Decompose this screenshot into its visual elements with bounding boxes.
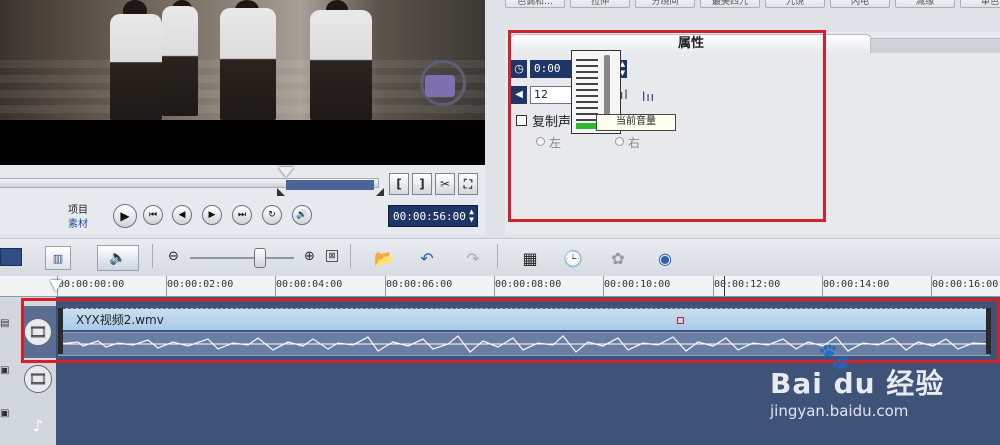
ruler-tick: 00:00:02:00 <box>167 279 234 290</box>
smartproxy-icon[interactable]: ▦ <box>518 246 542 270</box>
split-clip-button[interactable]: ✂ <box>435 173 455 195</box>
toolbar-divider <box>350 244 351 268</box>
trim-end-icon[interactable] <box>376 188 384 196</box>
effect-button-1[interactable]: 色调和… <box>505 0 565 8</box>
ruler-tick: 00:00:00:00 <box>58 279 125 290</box>
fit-project-icon[interactable]: ⊠ <box>326 250 338 262</box>
ruler-tick: 00:00:06:00 <box>386 279 453 290</box>
zoom-slider-handle[interactable] <box>254 248 266 268</box>
go-start-button[interactable]: ⏮ <box>143 205 163 225</box>
toolbar-divider <box>152 244 153 268</box>
storyboard-view-icon[interactable] <box>0 248 22 266</box>
effect-button-7[interactable]: 减缘 <box>895 0 955 8</box>
audio-mixer-icon[interactable]: ✿ <box>606 246 630 270</box>
effect-button-3[interactable]: 分绕间 <box>635 0 695 8</box>
step-forward-icon: ▶ <box>208 210 216 220</box>
mode-project-label[interactable]: 项目 <box>68 201 88 216</box>
ruler-tick: 00:00:08:00 <box>495 279 562 290</box>
undo-icon[interactable]: ↶ <box>415 246 439 270</box>
track-toggle-icon[interactable]: ▣ <box>0 365 14 379</box>
secondary-tab[interactable] <box>870 38 1000 53</box>
mode-clip-label[interactable]: 素材 <box>68 215 88 230</box>
repeat-icon: ↻ <box>268 210 276 220</box>
preview-frame <box>0 0 485 120</box>
effect-button-4[interactable]: 最美四九 <box>700 0 760 8</box>
effect-button-6[interactable]: 闪电 <box>830 0 890 8</box>
surround-5-1-icon[interactable]: ◉ <box>653 246 677 270</box>
skip-end-icon: ⏭ <box>237 210 247 220</box>
track-lock-icon[interactable]: ▤ <box>0 318 14 332</box>
prev-frame-button[interactable]: ◀ <box>172 205 192 225</box>
effect-button-8[interactable]: 单色 <box>960 0 1000 8</box>
fullscreen-button[interactable]: ⛶ <box>458 173 478 195</box>
video-preview[interactable] <box>0 0 485 165</box>
timeline-playhead-icon[interactable] <box>50 280 62 292</box>
play-icon: ▶ <box>120 209 130 223</box>
timecode-display[interactable]: 00:00:56:00 ▲ ▼ <box>388 205 478 227</box>
watermark-url: jingyan.baidu.com <box>770 402 909 420</box>
watermark-brand: Bai du 经验 <box>770 367 945 400</box>
watermark: 🐾 Bai du 经验 jingyan.baidu.com <box>770 342 1000 445</box>
expand-icon: ⛶ <box>463 176 473 191</box>
zoom-out-icon[interactable]: ⊖ <box>168 249 179 264</box>
timeline-toolbar <box>0 238 1000 278</box>
audio-track-icon[interactable]: ♪ <box>24 412 52 440</box>
highlight-box-properties <box>508 30 826 222</box>
go-end-button[interactable]: ⏭ <box>232 205 252 225</box>
trim-start-icon[interactable] <box>277 188 285 196</box>
effect-button-2[interactable]: 拉伸 <box>570 0 630 8</box>
zoom-in-icon[interactable]: ⊕ <box>304 249 315 264</box>
effect-button-5[interactable]: 九饶 <box>765 0 825 8</box>
speaker-icon: 🔊 <box>296 210 308 220</box>
timeline-view-icon[interactable]: ▥ <box>45 246 71 270</box>
ruler-tick: 00:00:10:00 <box>604 279 671 290</box>
audio-view-icon[interactable]: 🔈 <box>97 245 139 271</box>
ruler-tick: 00:00:12:00 <box>714 279 781 290</box>
ruler-tick: 00:00:14:00 <box>823 279 890 290</box>
ruler-tick: 00:00:04:00 <box>276 279 343 290</box>
overlay-track-icon[interactable]: 🎞 <box>24 365 52 393</box>
play-button[interactable]: ▶ <box>113 204 137 228</box>
mark-in-button[interactable]: [ <box>389 173 409 195</box>
mark-out-button[interactable]: ] <box>412 173 432 195</box>
trim-selection[interactable] <box>286 180 374 190</box>
repeat-button[interactable]: ↻ <box>262 205 282 225</box>
toolbar-divider <box>497 244 498 268</box>
batch-convert-icon[interactable]: 🕒 <box>561 246 585 270</box>
timecode-value: 00:00:56:00 <box>393 209 466 223</box>
zoom-slider-track[interactable] <box>190 257 294 259</box>
insert-media-icon[interactable]: 📂 <box>372 246 396 270</box>
track-toggle-icon[interactable]: ▣ <box>0 408 14 422</box>
next-frame-button[interactable]: ▶ <box>202 205 222 225</box>
scissors-icon: ✂ <box>439 177 451 191</box>
volume-button[interactable]: 🔊 <box>292 205 312 225</box>
scrubber-handle-icon[interactable] <box>278 167 294 177</box>
ruler-tick: 00:00:16:00 <box>932 279 999 290</box>
timecode-spinner-icon[interactable]: ▲ ▼ <box>469 208 477 224</box>
step-back-icon: ◀ <box>178 210 186 220</box>
redo-icon[interactable]: ↷ <box>461 246 485 270</box>
skip-start-icon: ⏮ <box>148 210 158 220</box>
